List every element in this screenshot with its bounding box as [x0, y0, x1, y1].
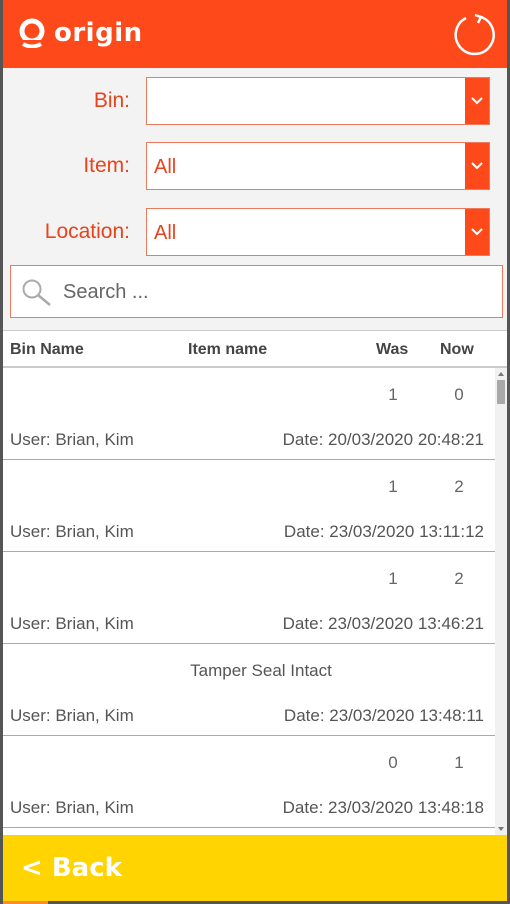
search-icon — [22, 279, 51, 306]
date-value: Date: 20/03/2020 20:48:21 — [282, 430, 484, 449]
location-select-value: All — [154, 222, 177, 244]
user-value: User: Brian, Kim — [10, 706, 134, 725]
refresh-icon — [454, 13, 495, 56]
column-header-now[interactable]: Now — [440, 341, 474, 359]
bin-select[interactable] — [146, 77, 490, 125]
now-value: 1 — [454, 753, 464, 772]
list-item[interactable]: 1 2 User: Brian, Kim Date: 23/03/2020 13… — [3, 552, 495, 644]
was-value: 1 — [388, 385, 398, 404]
now-value: 2 — [454, 569, 464, 588]
user-value: User: Brian, Kim — [10, 522, 134, 541]
refresh-button[interactable] — [453, 12, 497, 56]
item-filter-row: Item: All — [3, 142, 507, 190]
list-item[interactable]: 1 2 User: Brian, Kim Date: 23/03/2020 13… — [3, 460, 495, 552]
back-label: < Back — [21, 853, 122, 883]
location-dropdown-button[interactable] — [465, 209, 489, 255]
location-filter-row: Location: All — [3, 208, 507, 256]
list-item[interactable]: 0 1 User: Brian, Kim Date: 23/03/2020 13… — [3, 736, 495, 828]
item-label: Item: — [83, 154, 130, 177]
note-value: Tamper Seal Intact — [190, 661, 332, 680]
scrollbar-thumb[interactable] — [497, 380, 505, 404]
back-button[interactable]: < Back — [3, 835, 507, 901]
origin-logo: origin — [17, 18, 143, 48]
scroll-down-icon[interactable] — [498, 827, 504, 831]
list-item[interactable]: Tamper Seal Intact User: Brian, Kim Date… — [3, 644, 495, 736]
history-list: 1 0 User: Brian, Kim Date: 20/03/2020 20… — [3, 368, 507, 835]
location-label: Location: — [44, 220, 130, 243]
date-value: Date: 23/03/2020 13:48:11 — [283, 706, 484, 725]
user-value: User: Brian, Kim — [10, 430, 134, 449]
bin-label: Bin: — [93, 89, 130, 112]
location-select[interactable]: All — [146, 208, 490, 256]
chevron-down-icon — [471, 162, 483, 170]
column-header-bin-name[interactable]: Bin Name — [10, 341, 84, 359]
search-placeholder: Search ... — [63, 281, 149, 303]
scroll-up-icon[interactable] — [498, 372, 504, 376]
date-value: Date: 23/03/2020 13:11:12 — [283, 522, 484, 541]
item-select[interactable]: All — [146, 142, 490, 190]
user-value: User: Brian, Kim — [10, 614, 134, 633]
list-item[interactable]: 1 0 User: Brian, Kim Date: 20/03/2020 20… — [3, 368, 495, 460]
item-select-value: All — [154, 156, 177, 178]
logo-text: origin — [54, 18, 143, 48]
item-dropdown-button[interactable] — [465, 143, 489, 189]
now-value: 2 — [454, 477, 464, 496]
was-value: 0 — [388, 753, 398, 772]
list-scrollbar[interactable] — [495, 368, 507, 835]
column-header-item-name[interactable]: Item name — [188, 341, 267, 359]
bin-filter-row: Bin: — [3, 77, 507, 125]
chevron-down-icon — [471, 97, 483, 105]
column-header-was[interactable]: Was — [376, 341, 408, 359]
now-value: 0 — [454, 385, 464, 404]
origin-logo-icon — [19, 18, 45, 48]
was-value: 1 — [388, 569, 398, 588]
bin-dropdown-button[interactable] — [465, 78, 489, 124]
chevron-down-icon — [471, 228, 483, 236]
table-header: Bin Name Item name Was Now — [3, 330, 507, 368]
filters-panel: Bin: Item: All Location: All Search ... — [3, 68, 507, 330]
app-header: origin — [3, 0, 507, 68]
user-value: User: Brian, Kim — [10, 798, 134, 817]
app-frame: origin Bin: Item: All Location: All Sear… — [0, 0, 510, 904]
date-value: Date: 23/03/2020 13:48:18 — [282, 798, 484, 817]
search-input[interactable]: Search ... — [10, 265, 503, 318]
date-value: Date: 23/03/2020 13:46:21 — [282, 614, 484, 633]
was-value: 1 — [388, 477, 398, 496]
